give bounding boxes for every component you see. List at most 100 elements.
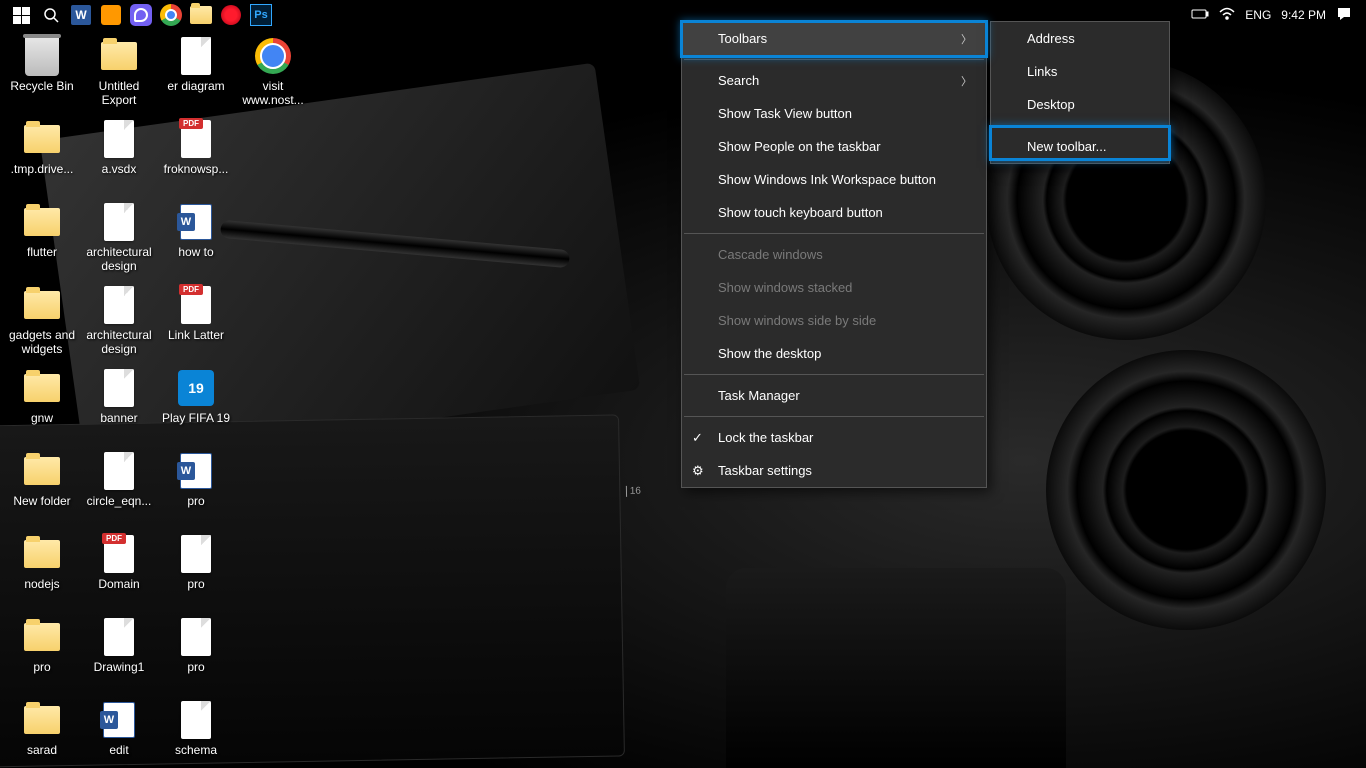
menu-item-label: Desktop — [1027, 97, 1075, 112]
menu-item-label: Lock the taskbar — [718, 430, 813, 445]
chrome-app-icon[interactable] — [156, 0, 186, 30]
icon-label: architectural design — [81, 328, 157, 357]
desktop-icon[interactable]: architectural design — [81, 285, 157, 357]
menu-item[interactable]: Address — [991, 22, 1169, 55]
menu-item: Show windows stacked — [682, 271, 986, 304]
desktop-icon[interactable]: banner — [81, 368, 157, 425]
desktop-icon[interactable]: pro — [4, 617, 80, 674]
menu-item: Show windows side by side — [682, 304, 986, 337]
desktop-icon[interactable]: froknowsp... — [158, 119, 234, 176]
taskbar-context-menu: Toolbars〉 Search〉 Show Task View button Sho… — [681, 21, 987, 488]
action-center-icon[interactable] — [1336, 6, 1352, 25]
menu-item[interactable]: Toolbars〉 — [682, 22, 986, 55]
icon-label: gnw — [31, 411, 53, 425]
folder-icon — [22, 202, 62, 242]
desktop-icon[interactable]: a.vsdx — [81, 119, 157, 176]
menu-item-label: Show windows stacked — [718, 280, 852, 295]
desktop-icon[interactable]: pro — [158, 534, 234, 591]
file-icon — [176, 617, 216, 657]
pdf-icon — [99, 534, 139, 574]
opera-app-icon[interactable] — [216, 0, 246, 30]
icon-label: banner — [100, 411, 137, 425]
desktop-icon[interactable]: Link Latter — [158, 285, 234, 342]
menu-item-label: Show touch keyboard button — [718, 205, 883, 220]
menu-item-label: Show Task View button — [718, 106, 852, 121]
folder-icon — [22, 534, 62, 574]
desktop-icon[interactable]: New folder — [4, 451, 80, 508]
search-icon[interactable] — [36, 0, 66, 30]
icon-label: New folder — [13, 494, 70, 508]
icon-label: er diagram — [167, 79, 224, 93]
icon-label: Untitled Export — [81, 79, 157, 108]
icon-label: Drawing1 — [94, 660, 145, 674]
file-icon — [176, 534, 216, 574]
menu-item[interactable]: New toolbar... — [991, 130, 1169, 163]
desktop-icon[interactable]: edit — [81, 700, 157, 757]
clock[interactable]: 9:42 PM — [1281, 8, 1326, 22]
file-explorer-icon[interactable] — [186, 0, 216, 30]
viber-app-icon[interactable] — [126, 0, 156, 30]
start-button[interactable] — [6, 0, 36, 30]
file-icon — [99, 119, 139, 159]
desktop-icon[interactable]: Drawing1 — [81, 617, 157, 674]
desktop-icon[interactable]: nodejs — [4, 534, 80, 591]
language-indicator[interactable]: ENG — [1245, 8, 1271, 22]
desktop-icon[interactable]: gadgets and widgets — [4, 285, 80, 357]
desktop-icon[interactable]: Untitled Export — [81, 36, 157, 108]
menu-item[interactable]: Show Task View button — [682, 97, 986, 130]
desktop-icon[interactable]: schema — [158, 700, 234, 757]
icon-label: a.vsdx — [102, 162, 137, 176]
chevron-right-icon: 〉 — [961, 73, 972, 89]
desktop-icon[interactable]: .tmp.drive... — [4, 119, 80, 176]
desktop-icon[interactable]: Recycle Bin — [4, 36, 80, 93]
menu-item[interactable]: Show touch keyboard button — [682, 196, 986, 229]
chevron-right-icon: 〉 — [961, 31, 972, 47]
desktop-icon[interactable]: 19Play FIFA 19 — [158, 368, 234, 425]
icon-label: sarad — [27, 743, 57, 757]
menu-item[interactable]: Show the desktop — [682, 337, 986, 370]
desktop-icon[interactable]: Domain — [81, 534, 157, 591]
wifi-icon[interactable] — [1219, 7, 1235, 24]
menu-item-label: Taskbar settings — [718, 463, 812, 478]
menu-item-label: New toolbar... — [1027, 139, 1107, 154]
desktop-icon[interactable]: flutter — [4, 202, 80, 259]
folder-icon — [22, 617, 62, 657]
desktop-icon[interactable]: gnw — [4, 368, 80, 425]
menu-item[interactable]: Show People on the taskbar — [682, 130, 986, 163]
desktop-icon[interactable]: architectural design — [81, 202, 157, 274]
menu-item[interactable]: Desktop — [991, 88, 1169, 121]
chrome-icon — [253, 36, 293, 76]
desktop-icon[interactable]: visit www.nost... — [235, 36, 311, 108]
word-icon — [99, 700, 139, 740]
pdf-icon — [176, 285, 216, 325]
folder-icon — [22, 368, 62, 408]
icon-label: Domain — [98, 577, 139, 591]
menu-item[interactable]: Links — [991, 55, 1169, 88]
desktop-icon[interactable]: pro — [158, 451, 234, 508]
file-icon — [99, 451, 139, 491]
desktop-icon[interactable]: sarad — [4, 700, 80, 757]
icon-label: .tmp.drive... — [11, 162, 74, 176]
menu-item[interactable]: ⚙Taskbar settings — [682, 454, 986, 487]
desktop-icon[interactable]: how to — [158, 202, 234, 259]
menu-item[interactable]: Show Windows Ink Workspace button — [682, 163, 986, 196]
icon-label: architectural design — [81, 245, 157, 274]
menu-item-label: Address — [1027, 31, 1075, 46]
word-icon — [176, 202, 216, 242]
desktop-icon[interactable]: er diagram — [158, 36, 234, 93]
icon-label: Play FIFA 19 — [162, 411, 230, 425]
word-app-icon[interactable]: W — [66, 0, 96, 30]
desktop-icon[interactable]: pro — [158, 617, 234, 674]
battery-icon[interactable] — [1191, 8, 1209, 23]
menu-item-label: Show the desktop — [718, 346, 821, 361]
menu-item[interactable]: Search〉 — [682, 64, 986, 97]
photoshop-app-icon[interactable]: Ps — [246, 0, 276, 30]
sublime-app-icon[interactable] — [96, 0, 126, 30]
menu-item[interactable]: Task Manager — [682, 379, 986, 412]
desktop-icon[interactable]: circle_eqn... — [81, 451, 157, 508]
menu-item-label: Links — [1027, 64, 1057, 79]
word-icon — [176, 451, 216, 491]
icon-label: schema — [175, 743, 217, 757]
icon-label: Recycle Bin — [10, 79, 73, 93]
menu-item[interactable]: ✓Lock the taskbar — [682, 421, 986, 454]
